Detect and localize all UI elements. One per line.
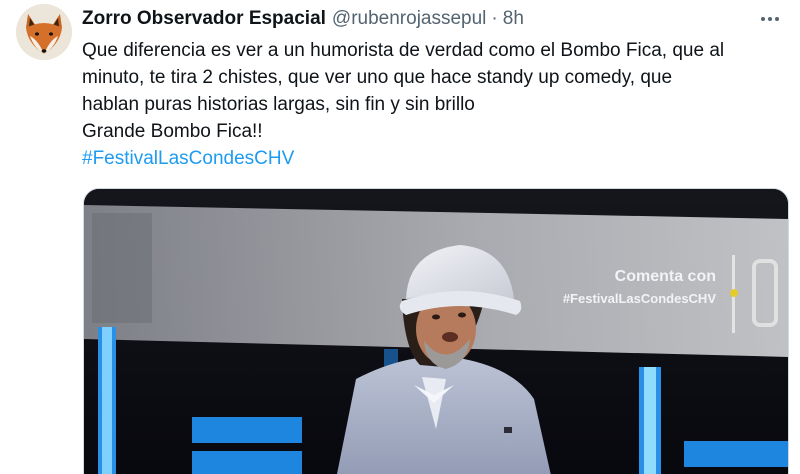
fox-avatar-icon — [16, 4, 72, 60]
tweet-text: Que diferencia es ver a un humorista de … — [82, 37, 792, 172]
display-name[interactable]: Zorro Observador Espacial — [82, 8, 326, 30]
more-button[interactable] — [756, 6, 784, 32]
tweet-text-line: Grande Bombo Fica!! — [82, 121, 263, 142]
user-handle[interactable]: @rubenrojassepul — [332, 8, 487, 30]
screen-text-comenta: Comenta con — [615, 268, 716, 285]
tweet-text-line: minuto, te tira 2 chistes, que ver uno q… — [82, 67, 673, 88]
tweet: Zorro Observador Espacial @rubenrojassep… — [0, 0, 800, 474]
tweet-text-line: Que diferencia es ver a un humorista de … — [82, 40, 725, 61]
screen-text-hashtag: #FestivalLasCondesCHV — [563, 291, 716, 306]
more-horizontal-icon — [761, 17, 779, 21]
tweet-header: Zorro Observador Espacial @rubenrojassep… — [82, 6, 784, 32]
stage-photo: Comenta con #FestivalLasCondesCHV — [84, 189, 788, 474]
avatar[interactable] — [16, 4, 72, 60]
hashtag-link[interactable]: #FestivalLasCondesCHV — [82, 145, 792, 172]
tweet-text-line: hablan puras historias largas, sin fin y… — [82, 94, 475, 115]
separator-dot: · — [491, 8, 498, 29]
tweet-media-photo[interactable]: Comenta con #FestivalLasCondesCHV — [83, 188, 789, 474]
timestamp[interactable]: 8h — [503, 8, 524, 30]
